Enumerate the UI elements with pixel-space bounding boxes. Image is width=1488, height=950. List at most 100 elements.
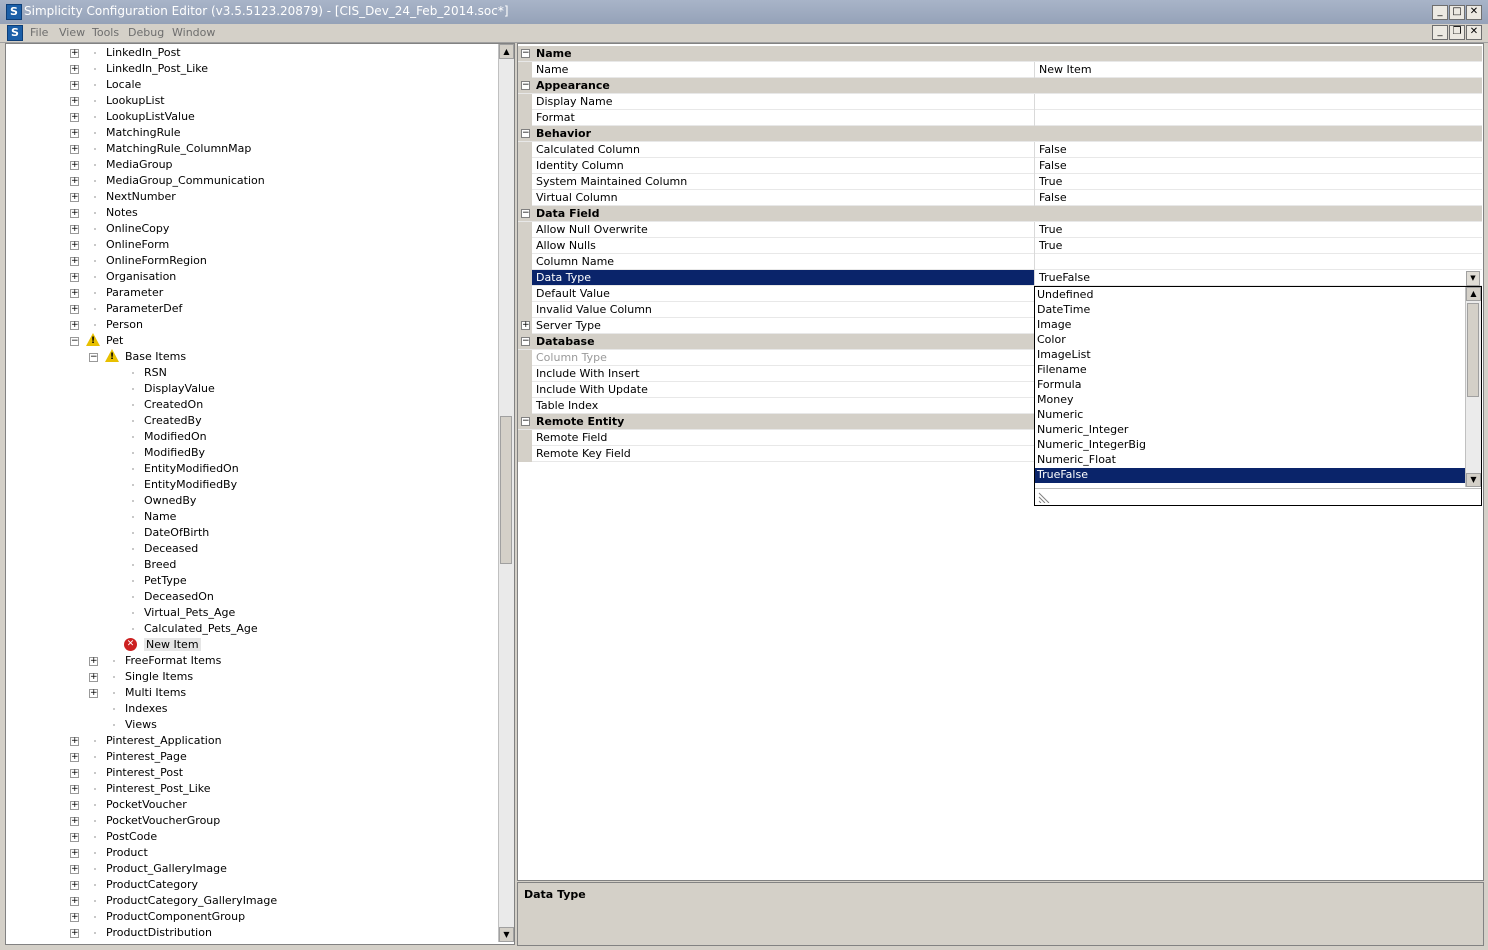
menu-window[interactable]: Window [172, 26, 215, 39]
expand-icon[interactable]: + [70, 785, 79, 794]
tree-item-label[interactable]: ProductCategory_GalleryImage [106, 894, 277, 907]
tree-item[interactable]: ModifiedBy [6, 445, 496, 461]
tree-item[interactable]: + ProductDistribution [6, 925, 496, 941]
property-value[interactable]: True [1039, 239, 1062, 252]
tree-item[interactable]: EntityModifiedBy [6, 477, 496, 493]
tree-item[interactable]: Views [6, 717, 496, 733]
tree-item-label[interactable]: Multi Items [125, 686, 186, 699]
property-name-cell[interactable] [532, 238, 1034, 253]
tree-item[interactable]: + ProductComponentGroup [6, 909, 496, 925]
tree-item-label[interactable]: LookupList [106, 94, 165, 107]
tree-item[interactable]: + PocketVoucher [6, 797, 496, 813]
tree-item-label[interactable]: ModifiedOn [144, 430, 207, 443]
scroll-down-arrow-icon[interactable]: ▼ [499, 927, 514, 942]
tree-item-label[interactable]: Notes [106, 206, 138, 219]
dropdown-option[interactable]: Formula [1035, 378, 1467, 393]
property-value[interactable]: False [1039, 143, 1067, 156]
expand-icon[interactable]: + [70, 289, 79, 298]
tree-item-label[interactable]: ParameterDef [106, 302, 182, 315]
menu-tools[interactable]: Tools [92, 26, 119, 39]
collapse-icon[interactable]: − [521, 49, 530, 58]
property-name-cell[interactable] [532, 318, 1034, 333]
tree-item-label[interactable]: Product [106, 846, 148, 859]
collapse-icon[interactable]: − [521, 81, 530, 90]
data-type-dropdown-list[interactable]: Undefined DateTime Image Color ImageList File… [1034, 286, 1482, 506]
tree-item-label[interactable]: Indexes [125, 702, 167, 715]
tree-item-label[interactable]: Pinterest_Page [106, 750, 187, 763]
tree-item[interactable]: + Product [6, 845, 496, 861]
tree-item[interactable]: + Pinterest_Post [6, 765, 496, 781]
property-row[interactable]: Allow Null Overwrite True [518, 222, 1482, 238]
tree-item-label[interactable]: ProductComponentGroup [106, 910, 245, 923]
expand-icon[interactable]: + [70, 737, 79, 746]
tree-item-label[interactable]: LinkedIn_Post [106, 46, 181, 59]
tree-item[interactable]: + Organisation [6, 269, 496, 285]
tree-item-label[interactable]: RSN [144, 366, 167, 379]
property-value[interactable]: False [1039, 159, 1067, 172]
menu-view[interactable]: View [59, 26, 85, 39]
expand-icon[interactable]: + [521, 321, 530, 330]
tree-item[interactable]: + MatchingRule_ColumnMap [6, 141, 496, 157]
maximize-button[interactable]: □ [1449, 5, 1465, 20]
dropdown-option[interactable]: Filename [1035, 363, 1467, 378]
expand-icon[interactable]: + [70, 161, 79, 170]
tree-item[interactable]: + MediaGroup [6, 157, 496, 173]
tree-item[interactable]: Calculated_Pets_Age [6, 621, 496, 637]
dropdown-option[interactable]: Color [1035, 333, 1467, 348]
expand-icon[interactable]: + [70, 881, 79, 890]
tree-item-label[interactable]: PocketVoucherGroup [106, 814, 220, 827]
dropdown-option[interactable]: Numeric_Float [1035, 453, 1467, 468]
tree-item[interactable]: + Product_GalleryImage [6, 861, 496, 877]
tree-item[interactable]: + Parameter [6, 285, 496, 301]
tree-item-label[interactable]: Virtual_Pets_Age [144, 606, 235, 619]
expand-icon[interactable]: + [70, 49, 79, 58]
tree-item[interactable]: + MatchingRule [6, 125, 496, 141]
property-category[interactable]: − Appearance [518, 78, 1482, 94]
tree-item-label[interactable]: NextNumber [106, 190, 176, 203]
tree-item-label[interactable]: LookupListValue [106, 110, 195, 123]
tree-item[interactable]: ✕ New Item [6, 637, 496, 653]
expand-icon[interactable]: + [70, 273, 79, 282]
property-category[interactable]: − Behavior [518, 126, 1482, 142]
expand-icon[interactable]: + [70, 913, 79, 922]
tree-item-label[interactable]: ProductCategory [106, 878, 198, 891]
tree-item-label[interactable]: CreatedBy [144, 414, 202, 427]
expand-icon[interactable]: + [70, 113, 79, 122]
tree-item-label[interactable]: PostCode [106, 830, 157, 843]
expand-icon[interactable]: + [70, 321, 79, 330]
tree-item[interactable]: + LookupList [6, 93, 496, 109]
tree-item[interactable]: −! Pet [6, 333, 496, 349]
tree-item[interactable]: + Locale [6, 77, 496, 93]
minimize-button[interactable]: _ [1432, 5, 1448, 20]
tree-item-label[interactable]: Pinterest_Application [106, 734, 222, 747]
property-row[interactable]: Data Type TrueFalse ▼ [518, 270, 1482, 286]
property-row[interactable]: Format [518, 110, 1482, 126]
expand-icon[interactable]: + [89, 689, 98, 698]
tree-item[interactable]: + NextNumber [6, 189, 496, 205]
property-category[interactable]: − Data Field [518, 206, 1482, 222]
property-name-cell[interactable] [532, 270, 1034, 285]
collapse-icon[interactable]: − [70, 337, 79, 346]
expand-icon[interactable]: + [70, 753, 79, 762]
expand-icon[interactable]: + [70, 849, 79, 858]
expand-icon[interactable]: + [70, 929, 79, 938]
chevron-down-icon[interactable]: ▼ [1466, 271, 1480, 286]
collapse-icon[interactable]: − [521, 337, 530, 346]
expand-icon[interactable]: + [70, 225, 79, 234]
tree-item[interactable]: + OnlineForm [6, 237, 496, 253]
expand-icon[interactable]: + [70, 865, 79, 874]
property-name-cell[interactable] [532, 350, 1034, 365]
tree-item-label[interactable]: MediaGroup [106, 158, 173, 171]
tree-item[interactable]: + Notes [6, 205, 496, 221]
tree-item-label[interactable]: Views [125, 718, 157, 731]
tree-item[interactable]: + LinkedIn_Post [6, 45, 496, 61]
scroll-up-arrow-icon[interactable]: ▲ [499, 44, 514, 59]
tree-item-label[interactable]: Person [106, 318, 143, 331]
dropdown-option[interactable]: Money [1035, 393, 1467, 408]
tree-item[interactable]: + ProductCategory [6, 877, 496, 893]
tree-item[interactable]: + Pinterest_Post_Like [6, 781, 496, 797]
tree-item-label[interactable]: EntityModifiedOn [144, 462, 239, 475]
tree-item-label[interactable]: FreeFormat Items [125, 654, 221, 667]
menu-file[interactable]: File [30, 26, 48, 39]
collapse-icon[interactable]: − [521, 129, 530, 138]
